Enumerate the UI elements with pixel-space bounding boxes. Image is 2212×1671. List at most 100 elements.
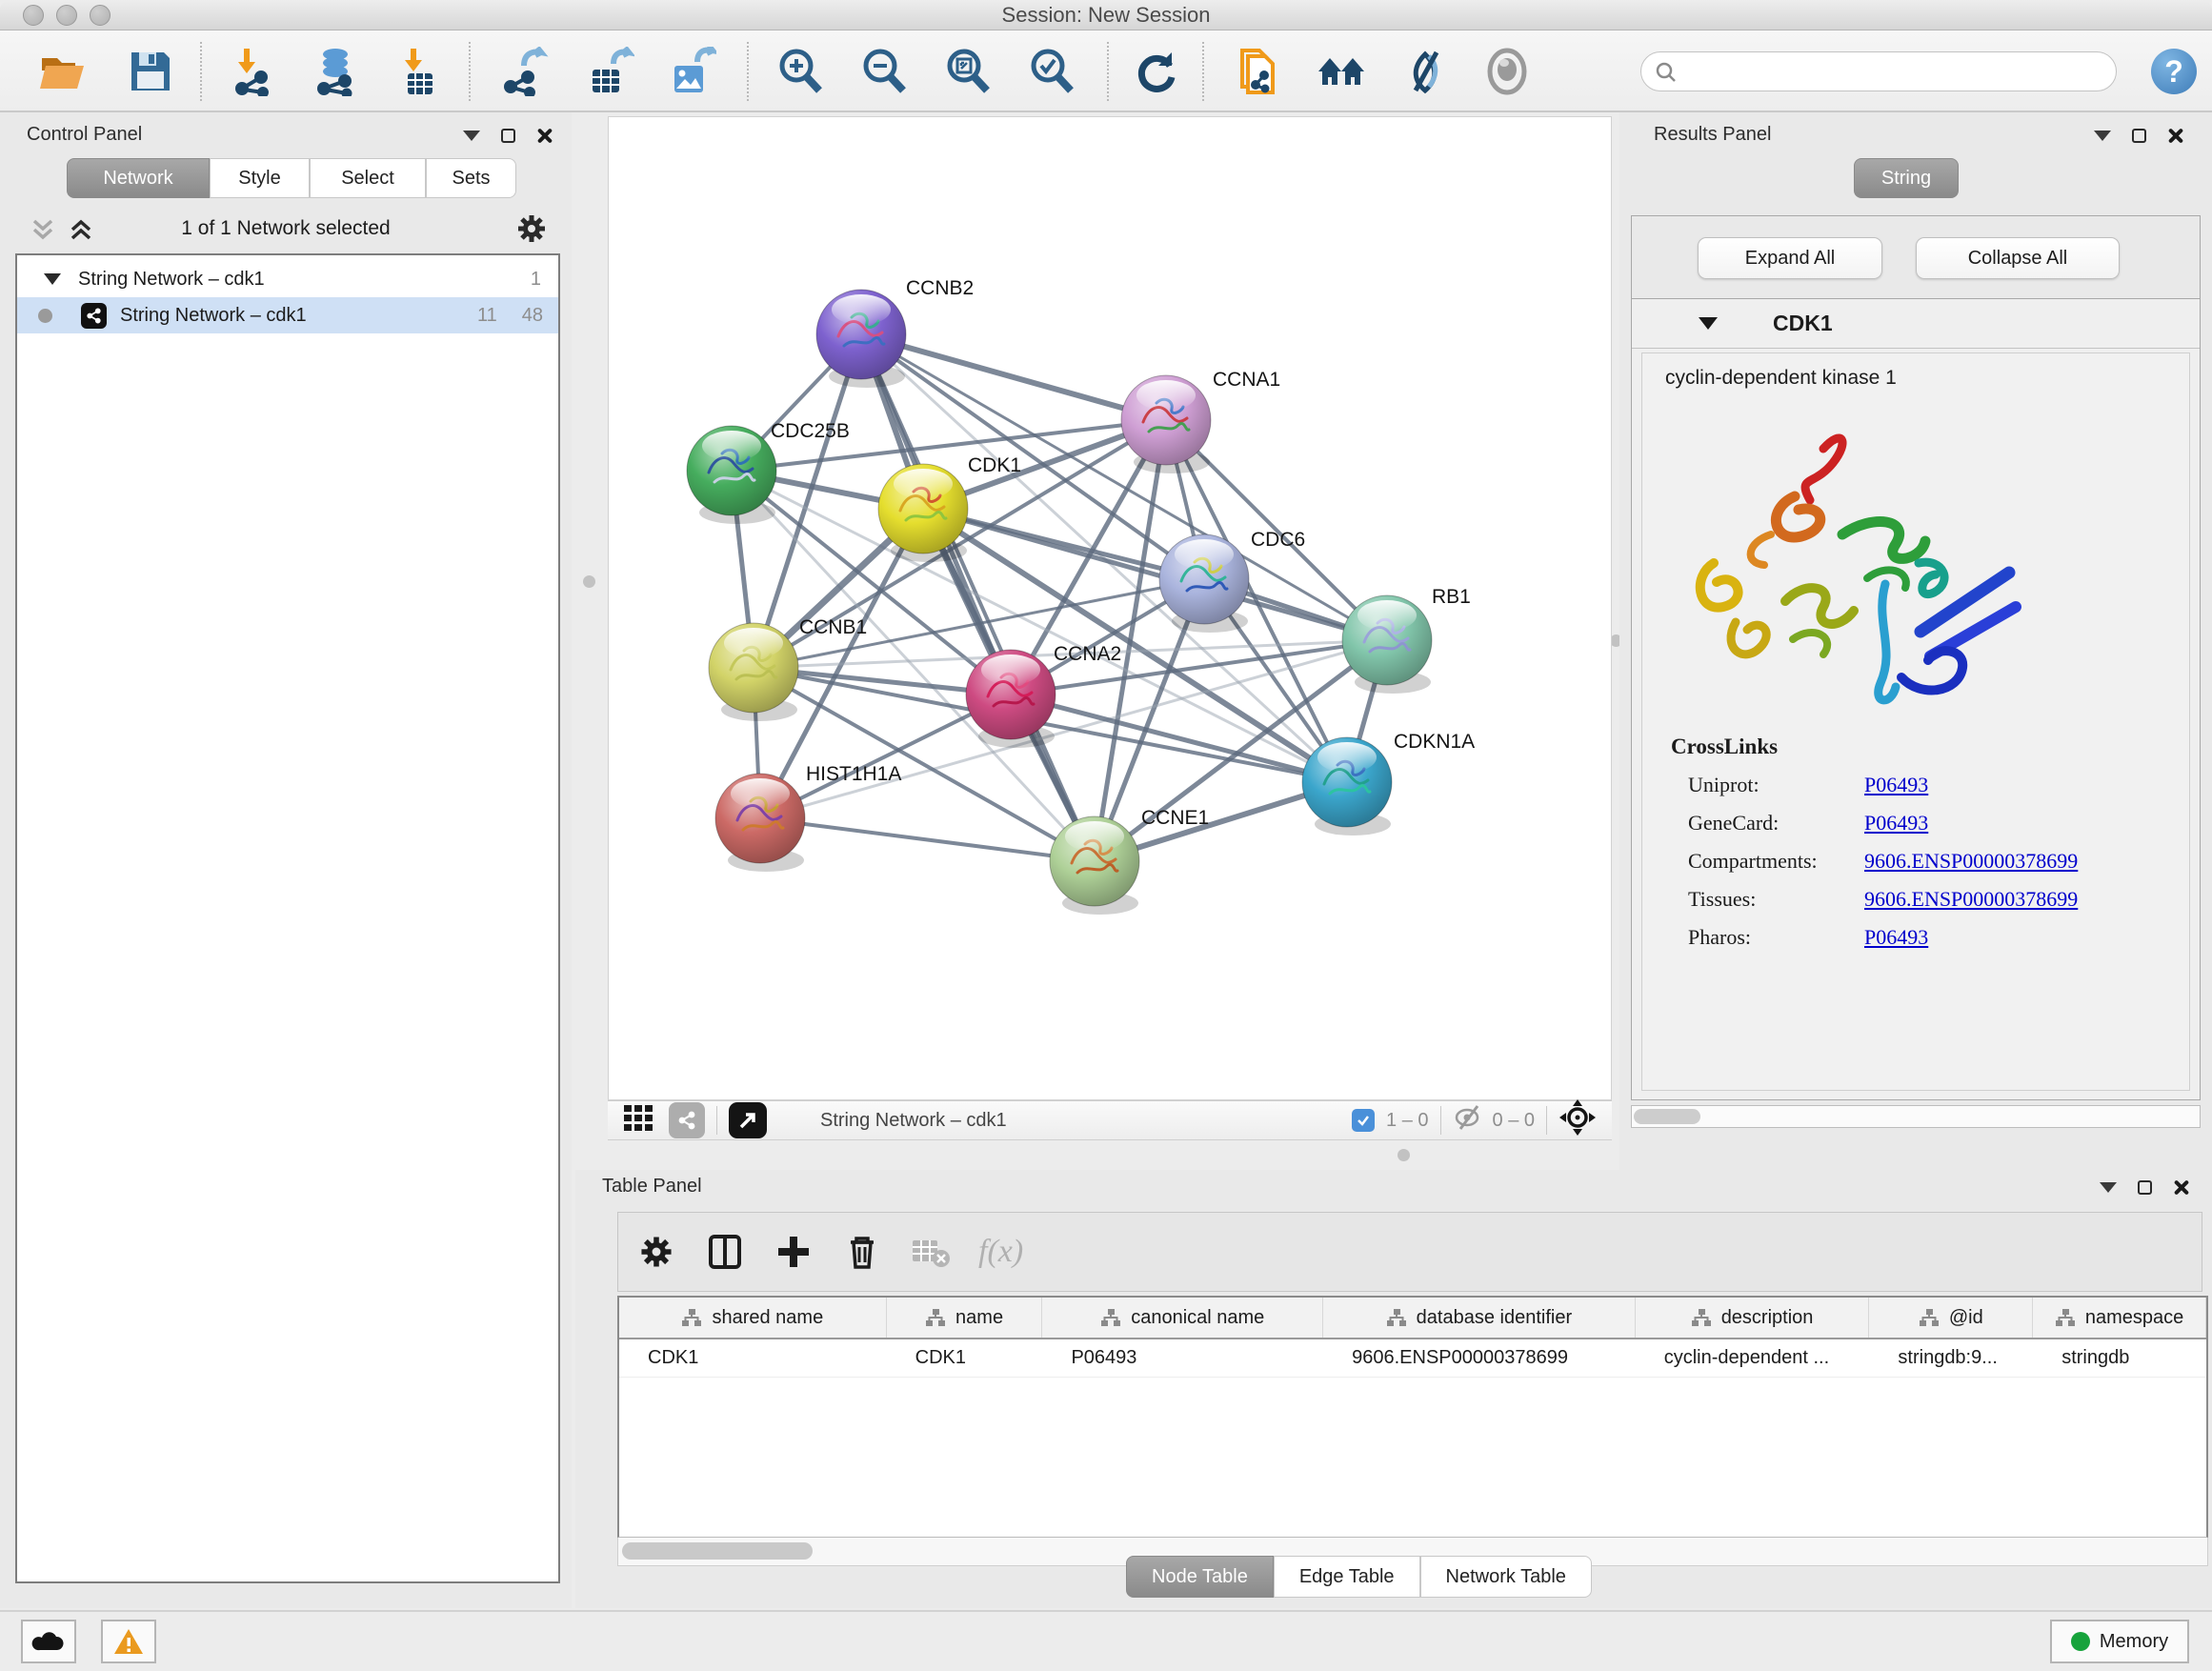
node-HIST1H1A[interactable] (715, 774, 805, 872)
column-header[interactable]: shared name (619, 1298, 887, 1338)
import-table-icon[interactable] (394, 47, 444, 96)
node-CDC6[interactable] (1159, 534, 1249, 633)
table-cell[interactable]: stringdb:9... (1869, 1339, 2033, 1377)
node-CCNB2[interactable] (816, 290, 906, 388)
warning-icon (112, 1627, 145, 1656)
tab-string[interactable]: String (1854, 158, 1959, 198)
node-RB1[interactable] (1342, 595, 1432, 694)
entry-header[interactable]: CDK1 (1632, 299, 2200, 349)
save-session-icon[interactable] (126, 47, 175, 96)
close-panel-icon[interactable] (536, 128, 552, 143)
float-panel-icon[interactable] (2132, 129, 2146, 143)
expand-all-button[interactable]: Expand All (1698, 237, 1882, 279)
zoom-fit-icon[interactable] (943, 47, 993, 96)
tab-sets[interactable]: Sets (426, 158, 516, 198)
node-CDKN1A[interactable] (1302, 737, 1392, 836)
table-row[interactable]: CDK1CDK1P064939606.ENSP00000378699cyclin… (619, 1339, 2206, 1378)
node-CCNA2[interactable] (966, 650, 1056, 748)
string-eye-icon[interactable] (1482, 47, 1532, 96)
import-network-database-icon[interactable] (311, 47, 360, 96)
panel-menu-icon[interactable] (463, 131, 480, 141)
fit-selected-crosshair-icon[interactable] (1558, 1098, 1597, 1142)
crosslink-link[interactable]: 9606.ENSP00000378699 (1864, 887, 2078, 912)
network-options-gear-icon[interactable] (514, 211, 549, 251)
add-column-icon[interactable] (773, 1231, 814, 1273)
delete-column-icon[interactable] (841, 1231, 883, 1273)
bottom-splitter-handle[interactable] (1398, 1149, 1410, 1161)
string-clone-network-icon[interactable] (1233, 47, 1282, 96)
close-panel-icon[interactable] (2167, 128, 2182, 143)
table-cell[interactable]: stringdb (2033, 1339, 2206, 1377)
export-table-icon[interactable] (585, 47, 634, 96)
panel-menu-icon[interactable] (2100, 1182, 2117, 1193)
export-network-icon[interactable] (499, 47, 549, 96)
show-columns-icon[interactable] (704, 1231, 746, 1273)
left-splitter-handle[interactable] (583, 575, 595, 588)
close-panel-icon[interactable] (2173, 1179, 2188, 1195)
hidden-eye-icon[interactable] (1453, 1104, 1483, 1137)
node-CDC25B[interactable] (687, 426, 776, 524)
protein-structure-image (1680, 420, 2061, 735)
panel-menu-icon[interactable] (2094, 131, 2111, 141)
zoom-selected-icon[interactable] (1027, 47, 1076, 96)
table-cell[interactable]: cyclin-dependent ... (1636, 1339, 1870, 1377)
crosslink-link[interactable]: 9606.ENSP00000378699 (1864, 849, 2078, 874)
table-cell[interactable]: P06493 (1042, 1339, 1323, 1377)
tab-style[interactable]: Style (210, 158, 310, 198)
control-panel: Control Panel Network Style Select Sets … (0, 112, 572, 1608)
results-horizontal-scrollbar[interactable] (1631, 1105, 2201, 1128)
import-network-icon[interactable] (229, 47, 278, 96)
network-collection-row[interactable]: String Network – cdk1 1 (17, 261, 558, 297)
network-graph[interactable]: CCNB2CCNA1CDC25BCDK1CDC6RB1CCNB1CCNA2CDK… (609, 117, 1611, 1099)
entry-collapse-icon[interactable] (1699, 317, 1718, 330)
tab-network[interactable]: Network (67, 158, 210, 198)
help-button[interactable]: ? (2151, 49, 2197, 94)
node-CCNB1[interactable] (709, 623, 798, 721)
table-cell[interactable]: 9606.ENSP00000378699 (1323, 1339, 1636, 1377)
node-CCNA1[interactable] (1121, 375, 1211, 473)
node-CDK1[interactable] (878, 464, 968, 562)
table-cell[interactable]: CDK1 (619, 1339, 887, 1377)
zoom-in-icon[interactable] (775, 47, 825, 96)
table-gear-icon[interactable] (635, 1231, 677, 1273)
refresh-icon[interactable] (1132, 47, 1181, 96)
string-view-icon[interactable] (669, 1102, 705, 1138)
table-panel: Table Panel f(x) shared namenamecanonica… (575, 1170, 2212, 1608)
node-label-RB1: RB1 (1432, 586, 1471, 608)
cloud-button[interactable] (21, 1620, 76, 1663)
crosslink-row: Pharos: P06493 (1671, 925, 2078, 950)
network-canvas[interactable]: CCNB2CCNA1CDC25BCDK1CDC6RB1CCNB1CCNA2CDK… (608, 116, 1612, 1100)
tab-node-table[interactable]: Node Table (1126, 1556, 1274, 1598)
float-panel-icon[interactable] (501, 129, 515, 143)
search-input[interactable] (1683, 56, 2102, 87)
network-row-selected[interactable]: String Network – cdk1 11 48 (17, 297, 558, 333)
crosslink-link[interactable]: P06493 (1864, 811, 1928, 836)
open-session-icon[interactable] (38, 47, 88, 96)
zoom-out-icon[interactable] (859, 47, 909, 96)
float-panel-icon[interactable] (2138, 1180, 2152, 1195)
string-home-icon[interactable] (1317, 47, 1366, 96)
tab-edge-table[interactable]: Edge Table (1274, 1556, 1420, 1598)
crosslink-link[interactable]: P06493 (1864, 925, 1928, 950)
export-image-icon[interactable] (667, 47, 716, 96)
table-cell[interactable]: CDK1 (887, 1339, 1043, 1377)
edge-HIST1H1A-CCNE1[interactable] (760, 818, 1095, 861)
open-in-browser-icon[interactable] (729, 1102, 767, 1138)
column-header[interactable]: @id (1869, 1298, 2033, 1338)
column-header[interactable]: description (1636, 1298, 1870, 1338)
column-header[interactable]: name (887, 1298, 1043, 1338)
column-header[interactable]: canonical name (1042, 1298, 1323, 1338)
birdseye-grid-icon[interactable] (621, 1100, 655, 1140)
tab-select[interactable]: Select (310, 158, 426, 198)
collapse-all-button[interactable]: Collapse All (1916, 237, 2120, 279)
column-header[interactable]: namespace (2033, 1298, 2206, 1338)
tab-network-table[interactable]: Network Table (1420, 1556, 1592, 1598)
string-glass-effect-icon[interactable] (1400, 47, 1450, 96)
node-CCNE1[interactable] (1050, 816, 1139, 915)
selected-checkbox-icon[interactable] (1352, 1109, 1375, 1132)
warnings-button[interactable] (101, 1620, 156, 1663)
memory-button[interactable]: Memory (2050, 1620, 2189, 1663)
collection-expand-icon[interactable] (44, 273, 61, 285)
crosslink-link[interactable]: P06493 (1864, 773, 1928, 797)
column-header[interactable]: database identifier (1323, 1298, 1636, 1338)
